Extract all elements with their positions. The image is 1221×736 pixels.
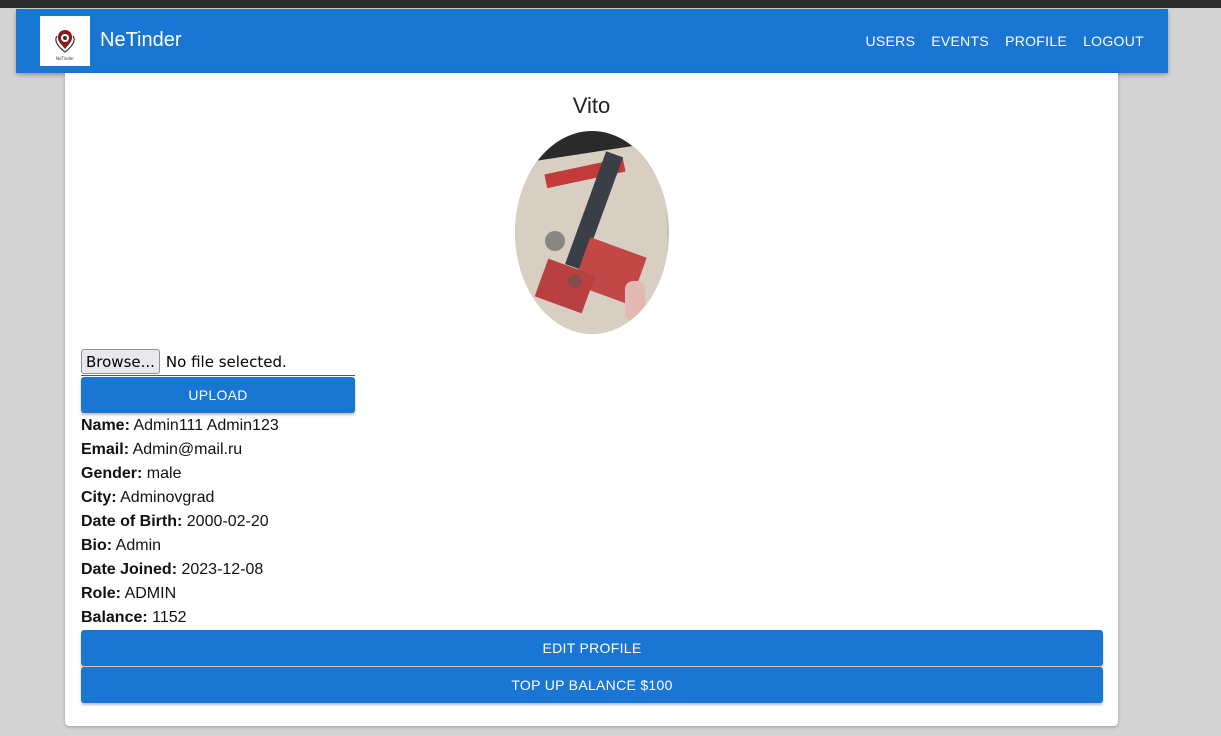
browser-top-strip	[0, 0, 1221, 8]
profile-details: Name: Admin111 Admin123 Email: Admin@mai…	[81, 414, 279, 630]
upload-button[interactable]: UPLOAD	[81, 377, 355, 413]
file-status: No file selected.	[165, 352, 287, 371]
brand-title[interactable]: NeTinder	[100, 28, 182, 52]
detail-bio: Bio: Admin	[81, 537, 162, 554]
nav-profile[interactable]: PROFILE	[1005, 31, 1067, 51]
detail-name: Name: Admin111 Admin123	[81, 417, 279, 434]
nav-events[interactable]: EVENTS	[931, 31, 989, 51]
detail-gender: Gender: male	[81, 465, 182, 482]
detail-email: Email: Admin@mail.ru	[81, 441, 243, 458]
profile-card: Vito Browse... No file selected. UPLOAD …	[65, 73, 1118, 726]
logo-text: NeTinder	[56, 56, 74, 61]
detail-balance: Balance: 1152	[81, 609, 187, 626]
profile-avatar	[515, 131, 669, 334]
profile-username: Vito	[572, 93, 611, 118]
app-bar: NeTinder NeTinder USERS EVENTS PROFILE L…	[16, 9, 1168, 73]
avatar-photo	[515, 131, 669, 334]
browse-button[interactable]: Browse...	[81, 349, 160, 374]
detail-date-joined: Date Joined: 2023-12-08	[81, 561, 264, 578]
divider	[81, 375, 355, 376]
file-input: Browse... No file selected.	[81, 349, 287, 374]
nav-logout[interactable]: LOGOUT	[1083, 31, 1144, 51]
edit-profile-button[interactable]: EDIT PROFILE	[81, 630, 1103, 666]
detail-dob: Date of Birth: 2000-02-20	[81, 513, 269, 530]
brand-logo[interactable]: NeTinder	[40, 16, 90, 66]
detail-role: Role: ADMIN	[81, 585, 177, 602]
main-nav: USERS EVENTS PROFILE LOGOUT	[850, 31, 1145, 51]
logo-icon: NeTinder	[55, 30, 75, 61]
detail-city: City: Adminovgrad	[81, 489, 215, 506]
nav-users[interactable]: USERS	[866, 31, 916, 51]
top-up-balance-button[interactable]: TOP UP BALANCE $100	[81, 667, 1103, 703]
